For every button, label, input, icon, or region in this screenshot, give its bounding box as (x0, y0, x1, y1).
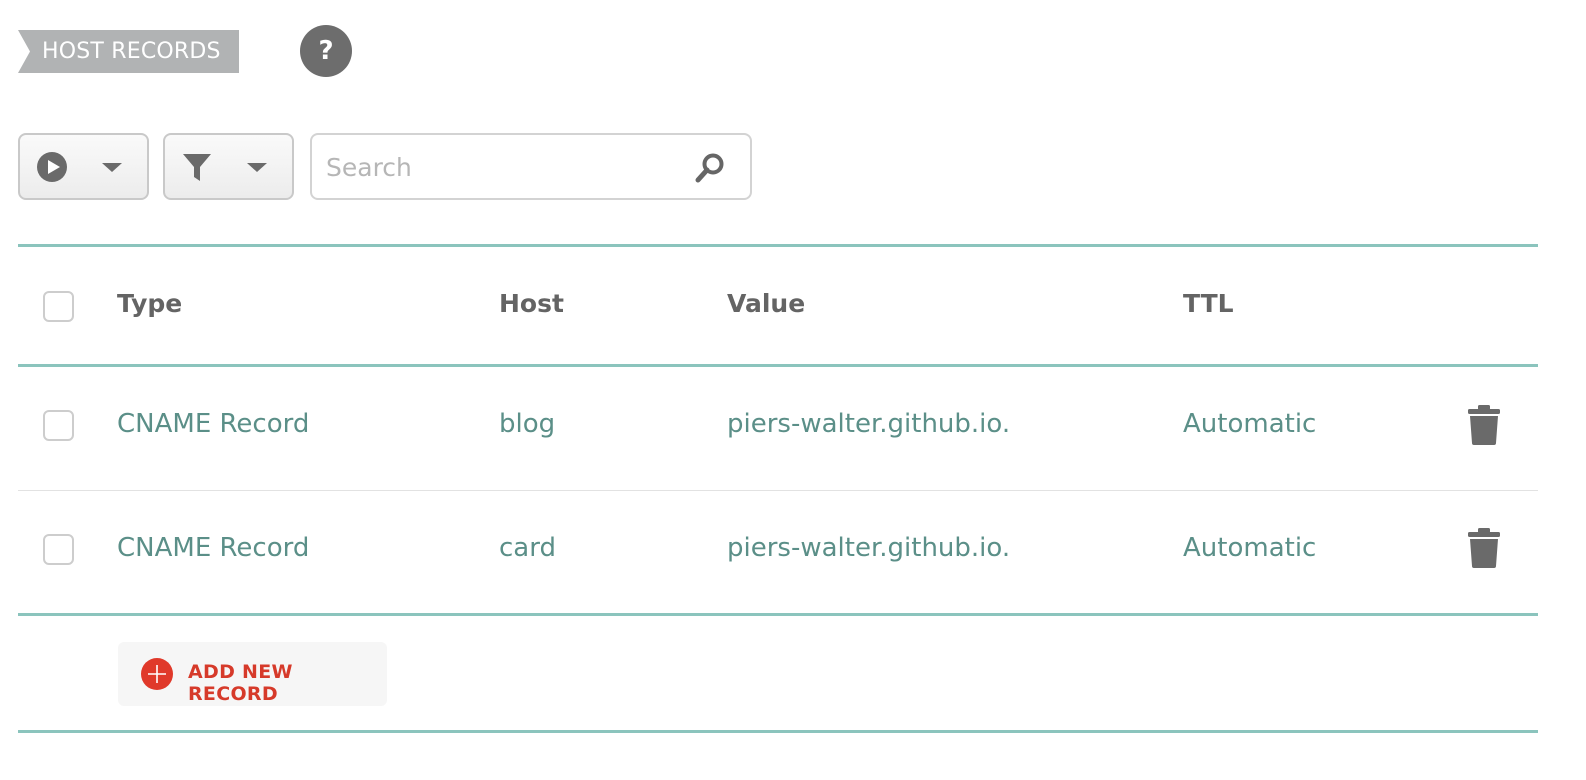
chevron-down-icon (102, 163, 122, 172)
record-host[interactable]: blog (499, 409, 555, 439)
actions-dropdown-button[interactable] (18, 133, 149, 200)
row-checkbox[interactable] (43, 410, 74, 441)
select-all-checkbox[interactable] (43, 291, 74, 322)
search-icon[interactable] (692, 150, 728, 186)
record-type[interactable]: CNAME Record (117, 533, 309, 563)
record-type[interactable]: CNAME Record (117, 409, 309, 439)
filter-dropdown-button[interactable] (163, 133, 294, 200)
column-header-host[interactable]: Host (499, 289, 564, 318)
section-bottom-rule (18, 730, 1538, 733)
search-input[interactable] (326, 147, 686, 187)
record-value[interactable]: piers-walter.github.io. (727, 533, 1010, 563)
section-title-tag: HOST RECORDS (18, 30, 239, 73)
record-host[interactable]: card (499, 533, 556, 563)
row-checkbox[interactable] (43, 534, 74, 565)
chevron-down-icon (247, 163, 267, 172)
funnel-icon (183, 154, 211, 181)
plus-circle-icon (141, 658, 173, 690)
trash-icon[interactable] (1466, 405, 1502, 445)
table-top-rule (18, 244, 1538, 247)
row-divider (18, 490, 1538, 491)
add-new-record-label: ADD NEW RECORD (188, 661, 293, 705)
header-bottom-rule (18, 364, 1538, 367)
add-new-record-button[interactable]: ADD NEW RECORD (118, 642, 387, 706)
search-field (310, 133, 752, 200)
help-button[interactable]: ? (300, 25, 352, 77)
column-header-type[interactable]: Type (117, 289, 182, 318)
column-header-value[interactable]: Value (727, 289, 805, 318)
column-header-ttl[interactable]: TTL (1183, 289, 1234, 318)
play-circle-icon (37, 152, 67, 182)
table-bottom-rule (18, 613, 1538, 616)
record-value[interactable]: piers-walter.github.io. (727, 409, 1010, 439)
trash-icon[interactable] (1466, 528, 1502, 568)
record-ttl[interactable]: Automatic (1183, 533, 1316, 563)
record-ttl[interactable]: Automatic (1183, 409, 1316, 439)
